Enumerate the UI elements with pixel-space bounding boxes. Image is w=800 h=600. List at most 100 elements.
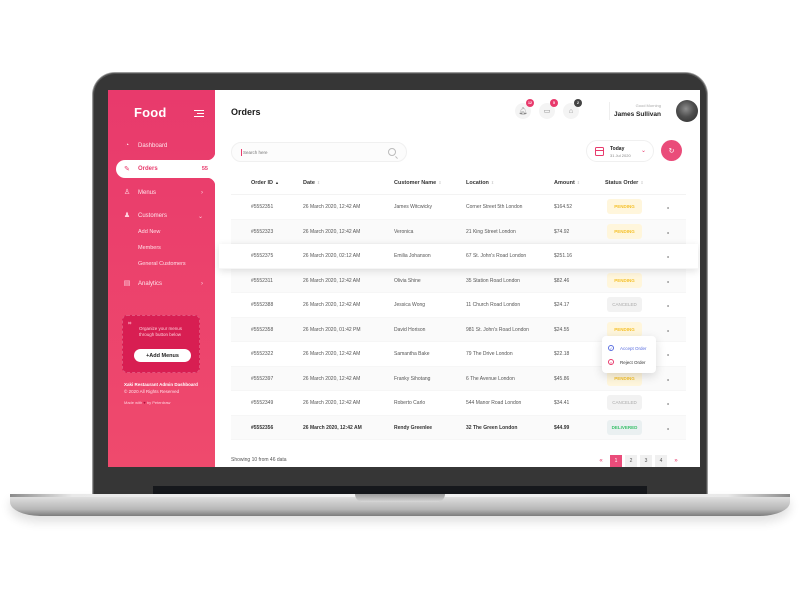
accept-order-menu-item[interactable]: ✓ Accept Order <box>608 343 647 353</box>
date-filter-label: Today <box>610 146 625 152</box>
amount-cell: $22.18 <box>554 351 570 357</box>
search-input[interactable] <box>243 149 383 155</box>
location-cell: 981 St. John's Road London <box>466 326 529 333</box>
amount-cell: $74.92 <box>554 228 570 235</box>
menu-book-icon: ⌗ <box>128 321 132 327</box>
location-cell: 32 The Green London <box>466 424 518 431</box>
order-id-cell: #5552323 <box>251 228 274 235</box>
user-avatar[interactable] <box>676 100 698 122</box>
gifts-button[interactable]: ⌂ 2 <box>563 99 582 119</box>
column-header-date[interactable]: Date ⇕ <box>303 180 320 186</box>
table-row[interactable]: #5552349 26 March 2020, 12:42 AM Roberto C… <box>231 391 686 416</box>
column-header-status[interactable]: Status Order ⇕ <box>605 180 644 186</box>
order-id-cell: #5552375 <box>251 253 274 259</box>
order-id-cell: #5552311 <box>251 277 273 284</box>
status-badge: PENDING <box>607 272 642 288</box>
table-row[interactable]: #5552388 26 March 2020, 12:42 AM Jessica W… <box>231 293 686 318</box>
more-options-icon[interactable]: ••• <box>667 303 669 308</box>
page-button-3[interactable]: 3 <box>640 454 652 467</box>
date-filter-value: 31 Jul 2020 <box>610 153 631 158</box>
heart-icon: ♥ <box>143 400 146 405</box>
sort-asc-icon: ▲ <box>275 180 279 185</box>
orders-count-badge: 55 <box>201 166 208 172</box>
more-options-icon[interactable]: ••• <box>667 352 669 357</box>
location-cell: 6 The Avenue London <box>466 375 515 382</box>
messages-button[interactable]: ▭ 5 <box>539 99 558 119</box>
amount-cell: $34.41 <box>554 400 570 406</box>
more-options-icon[interactable]: ••• <box>667 230 669 235</box>
laptop-hinge <box>153 486 647 494</box>
sidebar-subitem-add-new[interactable]: Add New <box>138 229 160 235</box>
sidebar-item-orders[interactable]: ✎ Orders 55 <box>116 152 215 186</box>
date-filter-dropdown[interactable]: Today 31 Jul 2020 ⌄ <box>586 140 654 162</box>
location-cell: 35 Station Road London <box>466 277 520 284</box>
sidebar-item-dashboard[interactable]: ◔ Dashboard <box>123 139 203 153</box>
chevron-down-icon: ⌄ <box>640 148 646 154</box>
sidebar-item-label: Analytics <box>138 281 163 287</box>
orders-table: Order ID ▲ Date ⇕ Customer Name ⇕ Location ⇕… <box>219 173 698 440</box>
check-circle-icon: ✓ <box>608 345 614 351</box>
chevron-right-icon: › <box>201 281 203 287</box>
order-id-cell: #5552358 <box>251 326 274 333</box>
analytics-icon: ▤ <box>123 280 131 287</box>
column-header-amount[interactable]: Amount ⇕ <box>554 180 580 186</box>
text-cursor <box>241 148 242 156</box>
table-row[interactable]: #5552351 26 March 2020, 12:42 AM James Wit… <box>231 195 686 220</box>
sidebar-item-analytics[interactable]: ▤ Analytics › <box>123 277 203 291</box>
more-options-icon[interactable]: ••• <box>667 401 669 406</box>
sidebar-item-menus[interactable]: ♙ Menus › <box>123 186 203 200</box>
bell-icon: 🔔︎ <box>518 108 528 115</box>
location-cell: 21 King Street London <box>466 228 516 235</box>
more-options-icon[interactable]: ••• <box>667 279 669 284</box>
app-screen: Food ◔ Dashboard ✎ Orders 55 ♙ Menus › ♟… <box>108 90 700 467</box>
sidebar: Food ◔ Dashboard ✎ Orders 55 ♙ Menus › ♟… <box>108 90 215 467</box>
more-options-icon[interactable]: ••• <box>667 205 669 210</box>
order-id-cell: #5552356 <box>251 424 274 431</box>
notifications-button[interactable]: 🔔︎ 12 <box>515 99 534 119</box>
sidebar-subitem-members[interactable]: Members <box>138 245 161 251</box>
more-options-icon[interactable]: ••• <box>667 254 669 259</box>
order-id-cell: #5552351 <box>251 204 274 210</box>
date-cell: 26 March 2020, 01:42 PM <box>303 326 361 333</box>
page-button-4[interactable]: 4 <box>655 454 667 467</box>
page-button-2[interactable]: 2 <box>625 454 637 467</box>
more-options-icon[interactable]: ••• <box>667 426 669 431</box>
refresh-icon: ↻ <box>668 147 675 155</box>
search-box[interactable] <box>231 142 407 162</box>
promo-card: ⌗ Organize your menus through button bel… <box>122 315 200 373</box>
sidebar-item-customers[interactable]: ♟ Customers ⌄ <box>123 209 203 223</box>
table-row[interactable]: #5552311 26 March 2020, 12:42 AM Olivia Sh… <box>231 268 686 293</box>
column-header-location[interactable]: Location ⇕ <box>466 180 494 186</box>
table-row[interactable]: #5552323 26 March 2020, 12:42 AM Veronica 2… <box>231 219 686 244</box>
page-button-1[interactable]: 1 <box>610 454 622 467</box>
column-header-customer-name[interactable]: Customer Name ⇕ <box>394 180 442 186</box>
laptop-notch <box>355 494 445 502</box>
footer-title: Xaki Restaurant Admin Dashboard <box>124 382 198 387</box>
column-header-order-id[interactable]: Order ID ▲ <box>251 180 279 186</box>
customer-name-cell: Franky Sihotang <box>394 375 431 382</box>
user-name[interactable]: James Sullivan <box>614 111 661 118</box>
reject-order-menu-item[interactable]: × Reject Order <box>608 357 646 367</box>
main-content: Orders 🔔︎ 12 ▭ 5 ⌂ 2 Good Morning James … <box>215 90 700 467</box>
date-cell: 26 March 2020, 12:42 AM <box>303 228 361 235</box>
more-options-icon[interactable]: ••• <box>667 328 669 333</box>
refresh-button[interactable]: ↻ <box>661 140 682 161</box>
order-id-cell: #5552388 <box>251 302 274 308</box>
sidebar-subitem-general-customers[interactable]: General Customers <box>138 261 186 267</box>
table-header: Order ID ▲ Date ⇕ Customer Name ⇕ Location ⇕… <box>231 173 686 195</box>
table-row[interactable]: #5552375 26 March 2020, 02:12 AM Emilia Jo… <box>219 244 698 269</box>
sort-icon: ⇕ <box>438 180 442 185</box>
more-options-icon[interactable]: ••• <box>667 377 669 382</box>
menu-toggle-icon[interactable] <box>194 110 204 118</box>
table-row[interactable]: #5552356 26 March 2020, 12:42 AM Rendy Gre… <box>231 415 686 440</box>
customer-name-cell: David Horison <box>394 326 426 333</box>
add-menus-button[interactable]: +Add Menus <box>134 349 191 362</box>
customers-icon: ♟ <box>123 212 131 219</box>
date-cell: 26 March 2020, 12:42 AM <box>303 375 361 382</box>
order-action-menu: ✓ Accept Order × Reject Order <box>602 336 656 373</box>
location-cell: 79 The Drive London <box>466 351 513 357</box>
next-page-button[interactable]: » <box>670 455 682 467</box>
search-icon[interactable] <box>388 148 396 156</box>
prev-page-button[interactable]: « <box>595 455 607 467</box>
customer-name-cell: Olivia Shine <box>394 277 421 284</box>
